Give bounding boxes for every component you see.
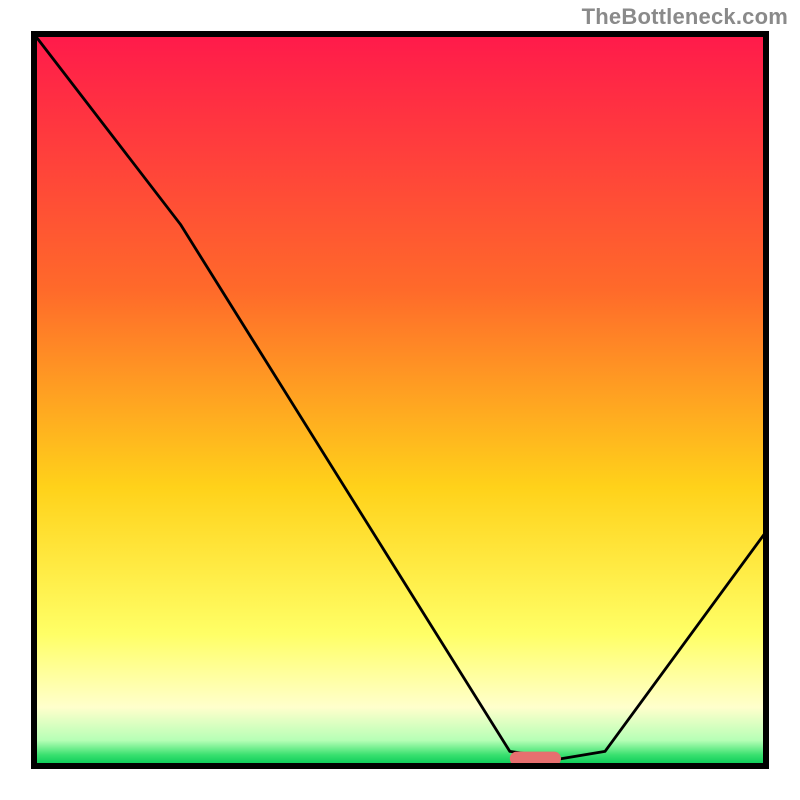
bottleneck-chart: [28, 28, 772, 772]
plot-background: [34, 34, 766, 766]
attribution-label: TheBottleneck.com: [582, 4, 788, 30]
chart-container: TheBottleneck.com: [0, 0, 800, 800]
